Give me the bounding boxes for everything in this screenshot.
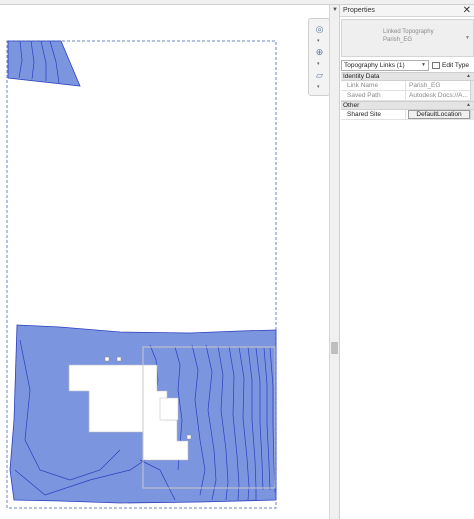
category-identity-data[interactable]: Identity Data ▲	[341, 72, 474, 81]
property-row-saved-path[interactable]: Saved Path Autodesk Docs://A...	[341, 91, 474, 101]
element-filter-value: Topography Links (1)	[344, 62, 405, 69]
topography-fragment-upper[interactable]	[7, 40, 81, 87]
edit-type-label: Edit Type	[442, 62, 469, 69]
splitter-grip[interactable]	[331, 342, 338, 354]
property-row-link-name[interactable]: Link Name Parish_EG	[341, 81, 474, 91]
type-family: Linked Topography	[383, 29, 434, 35]
type-thumbnail-icon	[345, 24, 379, 52]
properties-grid: Identity Data ▲ Link Name Parish_EG Save…	[341, 72, 474, 120]
category-other[interactable]: Other ▲	[341, 101, 474, 110]
edit-type-icon	[432, 62, 440, 69]
drawing-viewport[interactable]	[0, 5, 329, 519]
site-plan-canvas[interactable]	[0, 5, 329, 519]
chevron-down-icon[interactable]: ▾	[317, 84, 320, 90]
zoom-icon[interactable]: ⊕	[312, 46, 327, 59]
property-label: Saved Path	[341, 91, 406, 100]
menu-arrow-icon[interactable]: ▼	[332, 7, 338, 13]
type-name: Linked Topography Parish_EG	[383, 28, 434, 44]
property-value[interactable]: Parish_EG	[407, 81, 469, 90]
category-label: Other	[343, 102, 360, 109]
panel-splitter[interactable]: ▼	[329, 5, 339, 519]
close-icon[interactable]: ✕	[463, 5, 471, 16]
collapse-icon[interactable]: ▲	[466, 73, 471, 80]
row-scrollbar[interactable]	[470, 91, 474, 100]
type-selector[interactable]: Linked Topography Parish_EG ▼	[341, 19, 474, 57]
type-type: Parish_EG	[383, 37, 413, 43]
element-filter-select[interactable]: Topography Links (1) ▼	[341, 60, 429, 71]
chevron-down-icon[interactable]: ▼	[465, 35, 470, 41]
collapse-icon[interactable]: ▲	[466, 102, 471, 109]
row-scrollbar[interactable]	[470, 81, 474, 90]
property-row-shared-site[interactable]: Shared Site DefaultLocation	[341, 110, 474, 120]
properties-title: Properties	[343, 7, 375, 14]
row-scrollbar[interactable]	[470, 110, 474, 119]
property-label: Link Name	[341, 81, 406, 90]
category-label: Identity Data	[343, 73, 380, 80]
filter-row: Topography Links (1) ▼ Edit Type	[341, 60, 474, 71]
property-value[interactable]: Autodesk Docs://A...	[407, 91, 469, 100]
chevron-down-icon[interactable]: ▾	[317, 61, 320, 67]
edit-type-button[interactable]: Edit Type	[431, 60, 474, 71]
chevron-down-icon[interactable]: ▼	[421, 61, 426, 70]
shared-site-button[interactable]: DefaultLocation	[408, 110, 470, 119]
properties-title-bar: Properties ✕	[340, 5, 474, 17]
orient-icon[interactable]: ▱	[312, 69, 327, 82]
properties-panel: Properties ✕ Linked Topography Parish_EG…	[339, 5, 474, 519]
chevron-down-icon[interactable]: ▾	[317, 38, 320, 44]
property-label: Shared Site	[341, 110, 406, 119]
navigation-bar: ◎ ▾ ⊕ ▾ ▱ ▾	[308, 18, 330, 96]
steering-wheel-icon[interactable]: ◎	[312, 23, 327, 36]
